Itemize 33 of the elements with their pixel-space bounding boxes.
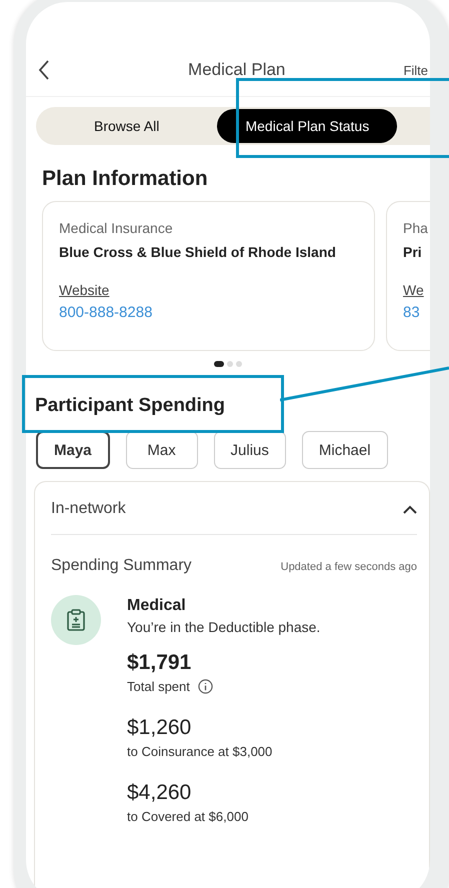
back-icon[interactable]: [38, 60, 50, 80]
amount-caption: to Coinsurance at $3,000: [127, 744, 272, 759]
pager-dot[interactable]: [236, 361, 242, 367]
card-label: Medical Insurance: [59, 220, 174, 236]
plan-name: Blue Cross & Blue Shield of Rhode Island: [59, 244, 337, 260]
card-label: Pha: [403, 220, 429, 236]
participant-chip[interactable]: Michael: [302, 431, 388, 469]
section-heading: Plan Information: [42, 167, 208, 191]
amount-value: $4,260: [127, 781, 192, 805]
website-link[interactable]: We: [403, 282, 424, 298]
participant-chip[interactable]: Max: [126, 431, 198, 469]
participant-chip[interactable]: Julius: [214, 431, 286, 469]
participant-chip[interactable]: Maya: [36, 431, 110, 469]
info-icon[interactable]: [198, 679, 213, 694]
plan-name: Pri: [403, 244, 423, 260]
segment-tab[interactable]: Browse All: [76, 109, 178, 143]
accordion-header[interactable]: In-network: [51, 482, 417, 535]
amount-value: $1,260: [127, 716, 192, 740]
screen-title: Medical Plan: [187, 60, 286, 80]
website-link[interactable]: Website: [59, 282, 110, 298]
chevron-up-icon: [403, 504, 417, 514]
section-heading: Participant Spending: [35, 395, 226, 417]
category-title: Medical: [127, 597, 187, 615]
amount-caption: Total spent: [127, 679, 190, 694]
updated-time: Updated a few seconds ago: [280, 561, 417, 573]
amount-value: $1,791: [127, 651, 192, 675]
clipboard-icon: [51, 595, 101, 645]
amount-caption: to Covered at $6,000: [127, 809, 248, 824]
pager-dot[interactable]: [227, 361, 233, 367]
phase-text: You’re in the Deductible phase.: [127, 619, 320, 635]
segment-tab[interactable]: Medical Plan Status: [217, 109, 398, 143]
summary-title: Spending Summary: [51, 557, 192, 575]
filter-link[interactable]: Filte: [403, 62, 428, 78]
